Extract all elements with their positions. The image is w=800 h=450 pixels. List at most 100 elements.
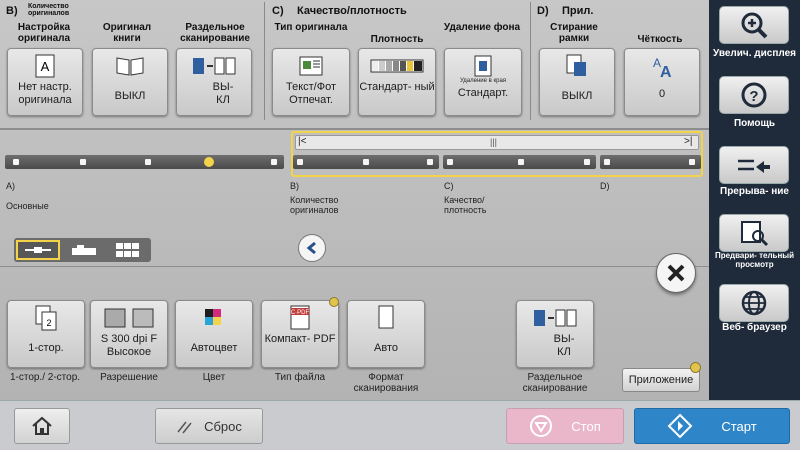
slider-label-c-letter: C) xyxy=(444,181,454,191)
help-button[interactable]: ? xyxy=(719,76,789,114)
separate-scan-label: Раздельное сканирование xyxy=(180,22,250,44)
background-removal-button[interactable]: Удаление в края Стандарт. xyxy=(444,48,522,116)
background-removal-icon-text: Удаление в края xyxy=(459,78,507,84)
frame-erase-button[interactable]: ВЫКЛ xyxy=(539,48,615,116)
view-mode-grid[interactable] xyxy=(108,240,148,260)
help-icon: ? xyxy=(741,82,767,108)
section-divider xyxy=(264,2,265,120)
original-settings-button[interactable]: A Нет настр. оригинала xyxy=(7,48,83,116)
svg-text:?: ? xyxy=(749,88,758,105)
original-type-button[interactable]: Текст/Фот Отпечат. xyxy=(272,48,350,116)
book-original-value: ВЫКЛ xyxy=(114,90,146,102)
slider-label-b-letter: B) xyxy=(290,181,299,191)
view-mode-tiles[interactable] xyxy=(64,240,104,260)
separate-scan-button[interactable]: ВЫ- КЛ xyxy=(176,48,252,116)
zoom-display-button[interactable] xyxy=(719,6,789,44)
slider-label-d-letter: D) xyxy=(600,181,610,191)
pdf-icon: C·PDF xyxy=(288,305,312,330)
slider-bar-a[interactable] xyxy=(5,155,284,169)
slider-position-indicator[interactable] xyxy=(204,157,214,167)
original-settings-label: Настройка оригинала xyxy=(17,22,71,44)
density-icon xyxy=(370,54,424,78)
separate-scan-icon xyxy=(191,54,237,78)
slider-label-a-letter: A) xyxy=(6,181,15,191)
svg-text:A: A xyxy=(41,59,50,74)
help-label: Помощь xyxy=(733,118,776,129)
interrupt-button[interactable] xyxy=(719,146,789,184)
color-caption: Цвет xyxy=(202,372,226,383)
color-value: Автоцвет xyxy=(190,342,238,354)
svg-text:2: 2 xyxy=(46,318,51,328)
slider-bar-b[interactable] xyxy=(293,155,439,169)
preview-label: Предвари- тельный просмотр xyxy=(714,251,795,269)
separate-scan-value: ВЫ- КЛ xyxy=(212,81,234,106)
resolution-icon xyxy=(101,306,157,330)
frame-erase-icon xyxy=(564,54,590,78)
original-type-value: Текст/Фот Отпечат. xyxy=(285,81,337,106)
frame-erase-label: Стирание рамки xyxy=(550,22,598,44)
text-photo-icon xyxy=(297,54,325,78)
view-mode-list[interactable] xyxy=(16,240,60,260)
density-value: Стандарт- ный xyxy=(359,81,435,93)
resolution-button[interactable]: S 300 dpi F Высокое xyxy=(90,300,168,368)
scroll-right-button[interactable]: >| xyxy=(684,137,692,147)
book-original-button[interactable]: ВЫКЛ xyxy=(92,48,168,116)
pdf-icon-text: C·PDF xyxy=(291,310,310,316)
page-icon xyxy=(376,305,396,330)
original-settings-value: Нет настр. оригинала xyxy=(18,81,72,106)
section-c-title: Качество/плотность xyxy=(297,5,407,17)
interrupt-icon xyxy=(738,159,770,173)
sharpness-value: 0 xyxy=(658,88,666,100)
file-type-button[interactable]: C·PDF Компакт- PDF xyxy=(261,300,339,368)
color-button[interactable]: Автоцвет xyxy=(175,300,253,368)
start-button[interactable]: Старт xyxy=(634,408,790,444)
web-browser-label: Веб- браузер xyxy=(722,322,787,333)
resolution-caption: Разрешение xyxy=(100,372,158,383)
preview-button[interactable] xyxy=(719,214,789,252)
section-d-label: D) xyxy=(537,5,549,17)
sharpness-icon: AA xyxy=(647,54,677,79)
divider xyxy=(0,128,709,130)
book-icon xyxy=(115,54,145,78)
reset-icon xyxy=(177,421,192,434)
reset-button[interactable]: Сброс xyxy=(155,408,263,444)
separate-scan-bottom-caption: Раздельное сканирование xyxy=(522,372,588,394)
scan-size-button[interactable]: Авто xyxy=(347,300,425,368)
slider-bar-d[interactable] xyxy=(600,155,701,169)
stop-button[interactable]: Стоп xyxy=(506,408,624,444)
density-button[interactable]: Стандарт- ный xyxy=(358,48,436,116)
web-browser-button[interactable] xyxy=(719,284,789,322)
globe-icon xyxy=(741,290,767,316)
divider xyxy=(0,266,709,267)
resolution-value: S 300 dpi F Высокое xyxy=(100,333,158,358)
file-type-indicator-dot xyxy=(329,297,339,307)
scroll-thumb[interactable]: ||| xyxy=(490,137,497,147)
sharpness-label: Чёткость xyxy=(637,34,683,45)
home-button[interactable] xyxy=(14,408,70,444)
separate-scan-icon xyxy=(532,306,578,330)
file-type-value: Компакт- PDF xyxy=(264,333,336,345)
duplex-button[interactable]: 2 1-стор. xyxy=(7,300,85,368)
document-a-icon: A xyxy=(34,54,56,78)
sharpness-button[interactable]: AA 0 xyxy=(624,48,700,116)
duplex-icon: 2 xyxy=(34,305,58,331)
color-icon xyxy=(202,306,226,330)
separate-scan-bottom-button[interactable]: ВЫ- КЛ xyxy=(516,300,594,368)
separate-scan-bottom-value: ВЫ- КЛ xyxy=(553,333,575,358)
section-divider xyxy=(530,2,531,120)
slider-bar-c[interactable] xyxy=(443,155,596,169)
reset-label: Сброс xyxy=(204,418,242,434)
preview-icon xyxy=(741,221,769,247)
sidebar xyxy=(709,0,800,400)
application-button[interactable]: Приложение xyxy=(622,368,700,392)
scroll-left-button[interactable]: |< xyxy=(298,137,306,147)
file-type-caption: Тип файла xyxy=(274,372,326,383)
original-type-label: Тип оригинала xyxy=(274,22,348,33)
zoom-display-label: Увелич. дисплея xyxy=(713,48,796,59)
tile-view-icon xyxy=(72,245,96,255)
section-b-sublabel: Количество оригиналов xyxy=(28,3,70,17)
collapse-button[interactable] xyxy=(298,234,326,262)
book-original-label: Оригинал книги xyxy=(102,22,152,44)
density-label: Плотность xyxy=(370,34,424,45)
close-button[interactable] xyxy=(656,253,696,293)
